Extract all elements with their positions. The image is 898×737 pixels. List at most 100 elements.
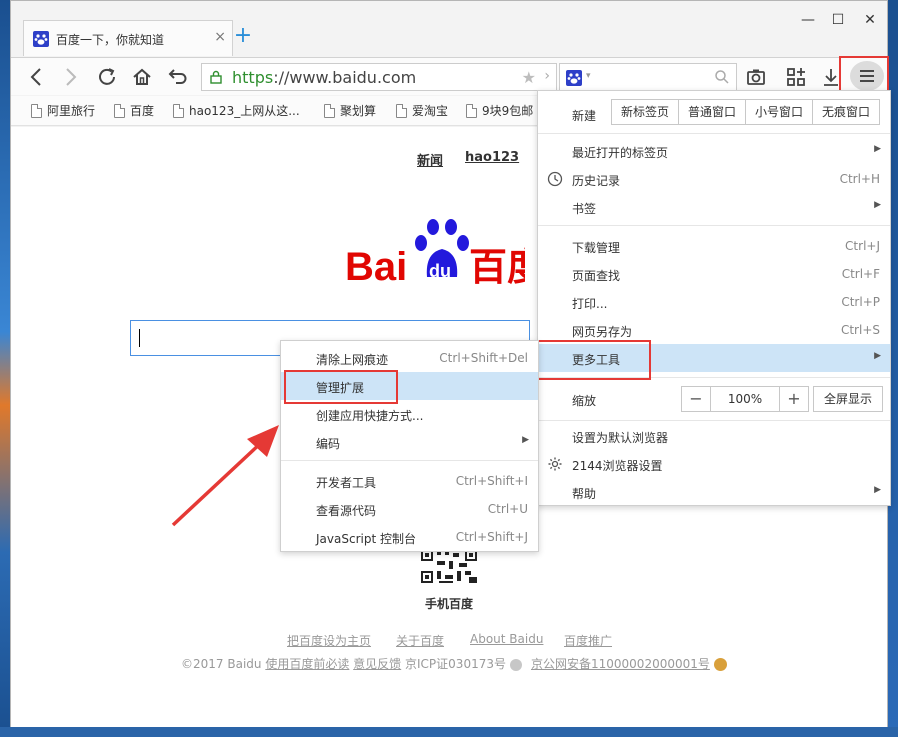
desktop-background-bottom xyxy=(0,727,898,737)
fullscreen-button[interactable]: 全屏显示 xyxy=(813,386,883,412)
icp-text: 京ICP证030173号 xyxy=(405,657,506,671)
menu-item-label: 查看源代码 xyxy=(316,504,377,518)
menu-item-save-page[interactable]: 网页另存为 Ctrl+S xyxy=(538,316,890,344)
menu-item-set-default[interactable]: 设置为默认浏览器 xyxy=(538,422,890,450)
undo-icon xyxy=(168,69,187,84)
bookmark-item[interactable]: 聚划算 xyxy=(324,102,376,119)
menu-item-view-source[interactable]: 查看源代码 Ctrl+U xyxy=(281,495,538,523)
zoom-in-button[interactable]: + xyxy=(780,387,808,411)
main-menu-button[interactable] xyxy=(850,61,884,91)
submenu-arrow-icon: ▶ xyxy=(874,144,881,154)
hao123-link[interactable]: hao123 xyxy=(465,150,519,165)
menu-item-manage-extensions[interactable]: 管理扩展 xyxy=(281,372,538,400)
back-button[interactable] xyxy=(23,63,51,91)
logo-text-du: du xyxy=(429,261,451,281)
clock-icon xyxy=(547,171,563,187)
search-icon[interactable] xyxy=(714,69,730,85)
menu-item-label: 书签 xyxy=(572,202,597,216)
menu-item-label: 2144浏览器设置 xyxy=(572,459,663,473)
bookmark-item[interactable]: 百度 xyxy=(114,102,154,119)
extensions-button[interactable] xyxy=(782,63,810,91)
menu-item-shortcut: Ctrl+P xyxy=(841,295,880,309)
menu-item-js-console[interactable]: JavaScript 控制台 Ctrl+Shift+J xyxy=(281,523,538,551)
chevron-right-icon[interactable]: › xyxy=(544,68,550,84)
menu-item-settings[interactable]: 2144浏览器设置 xyxy=(538,450,890,478)
page-icon xyxy=(466,103,477,118)
menu-item-print[interactable]: 打印... Ctrl+P xyxy=(538,288,890,316)
menu-item-recent-tabs[interactable]: 最近打开的标签页 ▶ xyxy=(538,137,890,165)
new-window-menu-button[interactable]: 普通窗口 xyxy=(679,100,747,124)
menu-item-downloads[interactable]: 下载管理 Ctrl+J xyxy=(538,232,890,260)
footer-link[interactable]: 关于百度 xyxy=(396,632,444,649)
terms-link[interactable]: 使用百度前必读 xyxy=(265,657,349,671)
page-icon xyxy=(31,103,42,118)
close-window-button[interactable]: ✕ xyxy=(860,12,880,28)
download-button[interactable] xyxy=(817,63,845,91)
reload-button[interactable] xyxy=(93,63,121,91)
forward-arrow-icon xyxy=(66,68,77,86)
news-link[interactable]: 新闻 xyxy=(417,150,443,169)
lock-icon xyxy=(210,70,222,84)
menu-item-label: 页面查找 xyxy=(572,269,621,283)
menu-item-find[interactable]: 页面查找 Ctrl+F xyxy=(538,260,890,288)
zoom-label: 缩放 xyxy=(572,394,597,408)
forward-button[interactable] xyxy=(56,63,84,91)
bookmark-item[interactable]: 9块9包邮 xyxy=(466,102,533,119)
zoom-out-button[interactable]: − xyxy=(682,387,710,411)
maximize-button[interactable]: ☐ xyxy=(828,12,848,28)
menu-item-help[interactable]: 帮助 ▶ xyxy=(538,478,890,506)
police-record-link[interactable]: 京公网安备11000002000001号 xyxy=(531,657,710,671)
new-small-window-menu-button[interactable]: 小号窗口 xyxy=(746,100,814,124)
bookmark-star-icon[interactable]: ★ xyxy=(522,68,536,87)
tab-close-icon[interactable]: × xyxy=(214,29,226,45)
menu-item-shortcut: Ctrl+Shift+I xyxy=(455,474,528,488)
screenshot-button[interactable] xyxy=(742,63,770,91)
page-icon xyxy=(396,103,407,118)
menu-item-bookmarks[interactable]: 书签 ▶ xyxy=(538,193,890,221)
search-bar[interactable]: ▾ xyxy=(559,63,737,91)
menu-item-label: 网页另存为 xyxy=(572,325,633,339)
baidu-paw-icon xyxy=(33,31,49,47)
feedback-link[interactable]: 意见反馈 xyxy=(353,657,401,671)
qr-code xyxy=(419,547,479,585)
desktop-background-left xyxy=(0,0,10,737)
logo-text-chinese: 百度 xyxy=(469,247,525,285)
menu-item-encoding[interactable]: 编码 ▶ xyxy=(281,428,538,456)
bookmark-item[interactable]: 爱淘宝 xyxy=(396,102,448,119)
main-menu: 新建 新标签页 普通窗口 小号窗口 无痕窗口 最近打开的标签页 ▶ 历史记录 C… xyxy=(537,90,891,506)
reload-icon xyxy=(99,68,115,85)
bookmark-item[interactable]: 阿里旅行 xyxy=(31,102,95,119)
tab-baidu[interactable]: 百度一下，你就知道 × xyxy=(23,20,233,56)
new-tab-menu-button[interactable]: 新标签页 xyxy=(612,100,680,124)
footer-link[interactable]: 百度推广 xyxy=(564,632,612,649)
undo-close-button[interactable] xyxy=(163,63,191,91)
bookmark-item[interactable]: hao123_上网从这... xyxy=(173,102,300,119)
footer-link[interactable]: About Baidu xyxy=(470,632,543,646)
new-incognito-window-menu-button[interactable]: 无痕窗口 xyxy=(813,100,880,124)
search-engine-dropdown-icon[interactable]: ▾ xyxy=(586,71,591,81)
menu-item-create-shortcut[interactable]: 创建应用快捷方式... xyxy=(281,400,538,428)
address-bar[interactable]: https://www.baidu.com ★ › xyxy=(201,63,557,91)
home-button[interactable] xyxy=(128,63,156,91)
menu-item-dev-tools[interactable]: 开发者工具 Ctrl+Shift+I xyxy=(281,467,538,495)
menu-item-history[interactable]: 历史记录 Ctrl+H xyxy=(538,165,890,193)
menu-item-clear-history[interactable]: 清除上网痕迹 Ctrl+Shift+Del xyxy=(281,344,538,372)
url-host: ://www.baidu.com xyxy=(273,68,417,87)
gear-icon xyxy=(548,457,562,471)
url-text: https://www.baidu.com xyxy=(232,68,416,87)
menu-item-label: 清除上网痕迹 xyxy=(316,353,389,367)
minimize-button[interactable]: — xyxy=(798,12,818,28)
more-tools-submenu: 清除上网痕迹 Ctrl+Shift+Del 管理扩展 创建应用快捷方式... 编… xyxy=(280,340,539,552)
menu-divider xyxy=(538,225,890,226)
menu-divider xyxy=(538,420,890,421)
menu-item-shortcut: Ctrl+Shift+J xyxy=(455,530,528,544)
menu-item-shortcut: Ctrl+U xyxy=(487,502,528,516)
menu-item-label: 最近打开的标签页 xyxy=(572,146,669,160)
new-tab-button[interactable]: + xyxy=(231,23,255,49)
footer-police: 京公网安备11000002000001号 xyxy=(531,655,727,672)
footer-link[interactable]: 把百度设为主页 xyxy=(287,632,371,649)
search-engine-icon[interactable] xyxy=(566,70,582,86)
menu-item-more-tools[interactable]: 更多工具 ▶ xyxy=(538,344,890,372)
menu-item-shortcut: Ctrl+S xyxy=(840,323,880,337)
submenu-arrow-icon: ▶ xyxy=(874,485,881,495)
